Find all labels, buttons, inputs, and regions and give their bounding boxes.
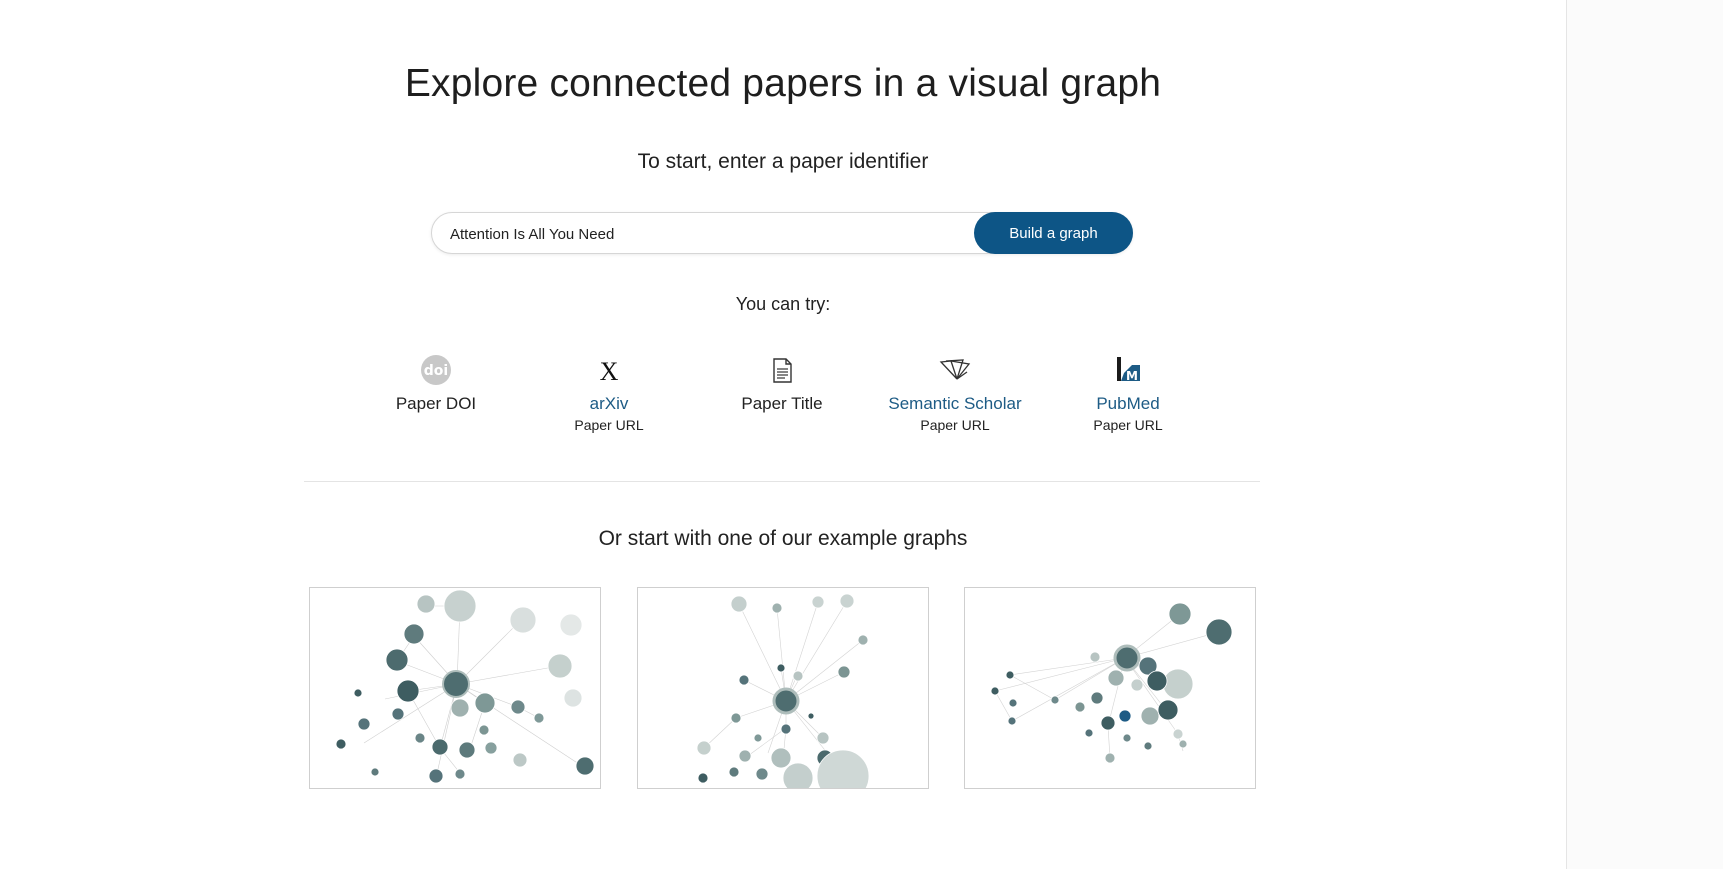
option-label: Paper Title [741,394,823,413]
option-sublabel: Paper URL [920,417,990,433]
document-icon [773,358,792,383]
option-sublabel: Paper URL [574,417,644,433]
graph-thumbnail [696,593,870,788]
svg-text:doi: doi [424,363,448,379]
option-label: Paper DOI [395,394,477,413]
option-paper-doi: doi Paper DOI [351,352,521,414]
examples-title: Or start with one of our example graphs [598,527,968,550]
page-subtitle: To start, enter a paper identifier [637,150,929,173]
svg-text:M: M [1126,369,1138,383]
option-sublabel: Paper URL [1093,417,1163,433]
example-graph-card-3[interactable] [964,587,1256,789]
search-box: Build a graph [431,212,1133,254]
option-arxiv: X arXiv Paper URL [524,352,694,433]
example-graph-card-1[interactable] [309,587,601,789]
doi-icon: doi [421,355,451,385]
page-title: Explore connected papers in a visual gra… [404,62,1162,105]
option-pubmed: M PubMed Paper URL [1043,352,1213,433]
semantic-scholar-icon [939,359,971,380]
example-graph-card-2[interactable] [637,587,929,789]
option-paper-title: Paper Title [697,352,867,414]
pubmed-icon: M [1117,357,1140,383]
arxiv-link[interactable]: arXiv [524,394,694,414]
svg-text:X: X [600,357,619,386]
build-graph-button[interactable]: Build a graph [974,212,1133,254]
pubmed-link[interactable]: PubMed [1043,394,1213,414]
arxiv-icon: X [600,357,619,386]
window-edge [1566,0,1723,869]
section-divider [304,481,1260,482]
option-semantic-scholar: Semantic Scholar Paper URL [870,352,1040,433]
semantic-scholar-link[interactable]: Semantic Scholar [870,394,1040,414]
graph-thumbnail [990,602,1233,764]
search-input[interactable] [450,222,970,246]
graph-thumbnail [335,589,595,784]
try-label: You can try: [735,294,831,314]
